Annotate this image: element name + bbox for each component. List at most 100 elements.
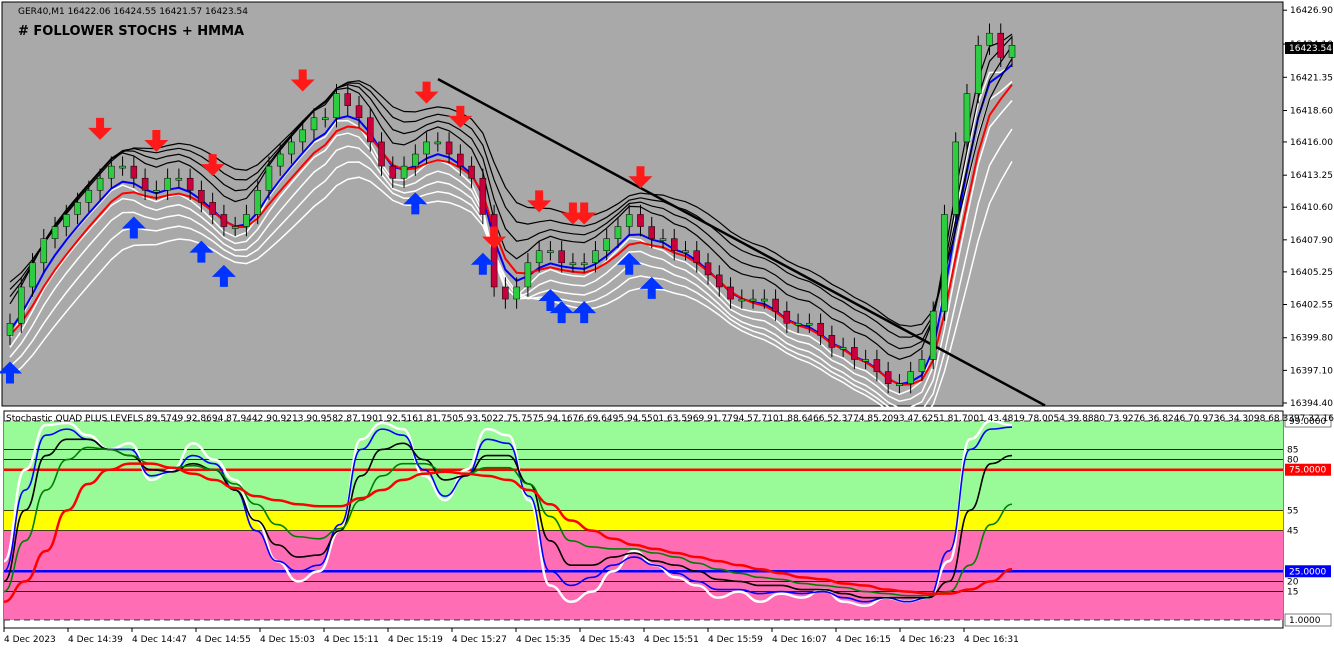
candle [423, 141, 430, 155]
candle [761, 298, 768, 302]
candle [96, 177, 104, 191]
candle [479, 177, 487, 215]
candle [896, 383, 903, 386]
candle [389, 165, 397, 179]
price-tick-label: 16397.10 [1290, 366, 1333, 376]
candle [51, 226, 59, 239]
price-tick-label: 16407.90 [1290, 236, 1333, 246]
candle [535, 250, 543, 264]
candle [276, 153, 284, 167]
main-price-panel[interactable]: 16426.9016424.1016421.3516418.6016416.00… [0, 1, 1333, 420]
candle [941, 214, 948, 312]
candle [321, 117, 329, 121]
time-tick-label: 4 Dec 15:59 [708, 635, 763, 645]
candle [457, 153, 464, 167]
price-tick-label: 16413.25 [1290, 171, 1333, 181]
candle [952, 141, 959, 215]
candle [502, 286, 509, 300]
candle [175, 177, 183, 181]
candle [153, 190, 160, 193]
time-tick-label: 4 Dec 15:51 [644, 635, 699, 645]
candle [682, 250, 689, 253]
time-tick-label: 4 Dec 14:39 [68, 635, 123, 645]
level-value-label: 15 [1287, 588, 1298, 598]
candle [783, 310, 791, 324]
candle [445, 141, 453, 155]
candle [18, 286, 25, 324]
candle [367, 117, 374, 143]
candle [310, 117, 318, 131]
price-tick-label: 16402.55 [1290, 301, 1333, 311]
candle [243, 214, 250, 227]
price-tick-label: 16394.40 [1290, 399, 1333, 409]
candle [6, 322, 14, 336]
oversold-zone [4, 530, 1283, 620]
candle [40, 238, 48, 264]
candle [974, 45, 982, 94]
stochastic-legend-values: 89.5749 92.8694 87.9442 90.9213 90.9582 … [146, 414, 1334, 424]
price-tick-label: 16418.60 [1290, 107, 1333, 117]
price-tick-label: 16426.90 [1290, 6, 1333, 16]
candle [670, 238, 678, 251]
candle [929, 310, 937, 360]
candle [85, 190, 93, 203]
candle [141, 177, 149, 191]
time-tick-label: 4 Dec 16:15 [836, 635, 891, 645]
candle [355, 105, 363, 119]
candle [839, 347, 847, 350]
candle [63, 214, 70, 227]
candle [412, 153, 419, 167]
candle [873, 359, 881, 372]
time-tick-label: 4 Dec 14:47 [132, 635, 187, 645]
candle [1008, 45, 1016, 58]
level-value-label: 45 [1287, 527, 1298, 537]
candle [806, 322, 813, 326]
level-value-label: 55 [1287, 506, 1298, 516]
candle [209, 202, 216, 215]
time-tick-label: 4 Dec 2023 [4, 635, 56, 645]
candle [547, 250, 554, 253]
candle [749, 298, 757, 302]
level-value-label: 1.0000 [1289, 616, 1321, 626]
candle [828, 335, 836, 348]
candle [558, 250, 565, 264]
candle [119, 165, 126, 169]
candle [198, 190, 205, 203]
candle [862, 359, 869, 362]
time-tick-label: 4 Dec 15:11 [324, 635, 379, 645]
candle [997, 32, 1004, 58]
candle [378, 141, 385, 167]
candle [592, 250, 599, 264]
candle [490, 214, 498, 288]
candle [74, 202, 81, 215]
candle [704, 262, 712, 276]
candle [231, 226, 239, 229]
time-tick-label: 4 Dec 15:27 [452, 635, 507, 645]
candle [884, 371, 892, 384]
candle [727, 286, 734, 300]
candle [513, 286, 520, 300]
candle [637, 214, 644, 227]
candle [400, 165, 408, 179]
candle [738, 298, 746, 302]
candle [29, 262, 36, 288]
chart-canvas[interactable]: 16426.9016424.1016421.3516418.6016416.00… [0, 0, 1334, 651]
candle [288, 141, 295, 155]
candle [265, 165, 273, 191]
candle [614, 226, 622, 239]
candle [468, 165, 475, 179]
stochastic-panel[interactable]: 99.0000858075.0000554525.000020151.0000 … [2, 410, 1334, 629]
price-axis: 16426.9016424.1016421.3516418.6016416.00… [1283, 6, 1333, 409]
candle [693, 250, 701, 264]
candle [603, 238, 610, 251]
time-tick-label: 4 Dec 15:03 [260, 635, 315, 645]
time-axis: 4 Dec 2023 4 Dec 14:39 4 Dec 14:47 4 Dec 14… [3, 628, 1019, 645]
candle [648, 226, 655, 239]
time-tick-label: 4 Dec 14:55 [196, 635, 251, 645]
candle [220, 214, 228, 227]
symbol-info: GER40,M1 16422.06 16424.55 16421.57 1642… [18, 7, 248, 17]
time-tick-label: 4 Dec 16:23 [900, 635, 955, 645]
candle [659, 238, 667, 241]
time-tick-label: 4 Dec 16:07 [772, 635, 827, 645]
candle [918, 359, 926, 372]
